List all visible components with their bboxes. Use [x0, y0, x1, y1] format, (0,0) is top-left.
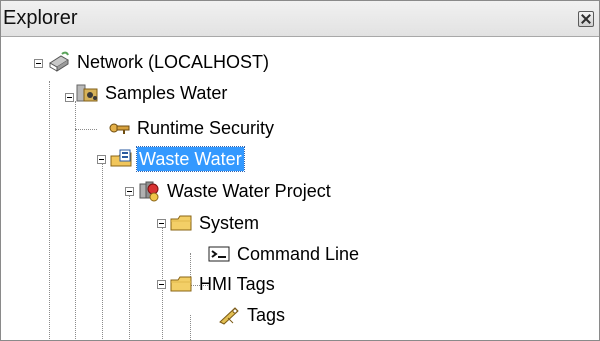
tree-item-hmi-tags[interactable]: HMI Tags	[169, 272, 277, 296]
collapse-toggle-system[interactable]	[157, 219, 166, 228]
tree-item-system[interactable]: System	[169, 211, 261, 235]
application-folder-icon	[75, 82, 99, 104]
open-folder-blue-icon	[109, 148, 133, 170]
tree-item-waste-water[interactable]: Waste Water	[109, 146, 245, 172]
explorer-tree: Network (LOCALHOST) Samples Water Runtim…	[1, 37, 599, 340]
folder-icon	[169, 212, 193, 234]
tree-label: System	[199, 213, 260, 233]
tree-connector	[75, 101, 76, 340]
tree-item-runtime-security[interactable]: Runtime Security	[107, 116, 276, 140]
collapse-toggle-samples[interactable]	[65, 93, 74, 102]
command-line-icon	[207, 243, 231, 265]
collapse-toggle-network[interactable]	[34, 59, 43, 68]
tree-item-tags[interactable]: Tags	[217, 303, 287, 327]
collapse-toggle-waste[interactable]	[97, 155, 106, 164]
tree-label: Network (LOCALHOST)	[77, 52, 270, 72]
tree-connector	[129, 193, 130, 340]
key-icon	[107, 117, 131, 139]
tree-item-network[interactable]: Network (LOCALHOST)	[47, 50, 271, 74]
tree-item-command-line[interactable]: Command Line	[207, 242, 361, 266]
network-icon	[47, 51, 71, 73]
tree-label: Tags	[247, 305, 286, 325]
tree-connector	[190, 315, 191, 340]
folder-icon	[169, 273, 193, 295]
close-icon[interactable]	[578, 11, 594, 27]
tree-connector	[75, 129, 97, 130]
tree-connector	[102, 161, 103, 340]
tree-item-samples-water[interactable]: Samples Water	[75, 81, 229, 105]
tree-label: Runtime Security	[137, 118, 275, 138]
tree-label: Waste Water	[136, 146, 245, 172]
tree-label: Samples Water	[105, 83, 228, 103]
project-icon	[137, 180, 161, 202]
collapse-toggle-hmi[interactable]	[157, 280, 166, 289]
tags-icon	[217, 304, 241, 326]
panel-title: Explorer	[3, 7, 78, 29]
explorer-titlebar: Explorer	[1, 1, 599, 37]
explorer-panel: Explorer Network (LOCALHOST) Samples Wat…	[0, 0, 600, 341]
tree-item-waste-water-project[interactable]: Waste Water Project	[137, 179, 333, 203]
tree-label: HMI Tags	[199, 274, 275, 294]
tree-label: Waste Water Project	[167, 181, 331, 201]
tree-connector	[49, 81, 50, 340]
collapse-toggle-project[interactable]	[125, 187, 134, 196]
tree-label: Command Line	[237, 244, 360, 264]
